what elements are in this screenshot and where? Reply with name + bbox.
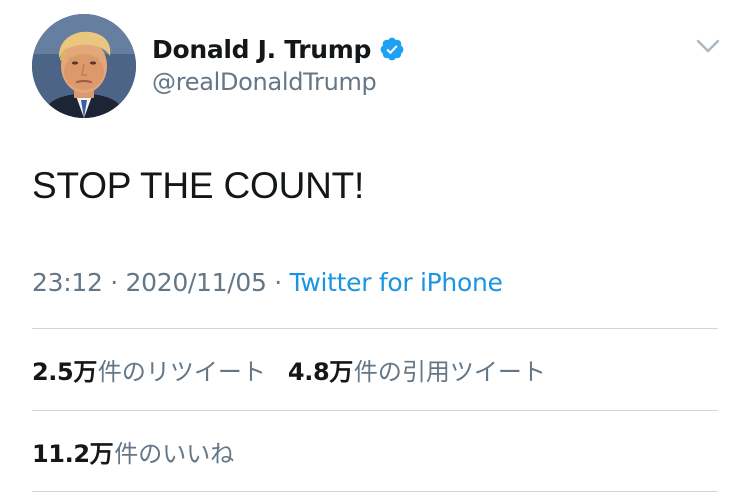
tweet-text: STOP THE COUNT! — [32, 165, 365, 206]
meta-separator: · — [266, 268, 290, 297]
verified-badge-icon — [380, 37, 404, 61]
display-name[interactable]: Donald J. Trump — [152, 35, 371, 64]
divider — [32, 491, 718, 492]
tweet-time[interactable]: 23:12 — [32, 268, 103, 297]
likes-stats-row: 11.2万 件のいいね — [32, 434, 234, 469]
avatar[interactable] — [32, 14, 136, 118]
chevron-down-icon[interactable] — [694, 36, 722, 56]
quote-count-label: 件の引用ツイート — [353, 358, 546, 386]
meta-separator: · — [102, 268, 126, 297]
engagement-stats-row: 2.5万 件のリツイート 4.8万 件の引用ツイート — [32, 352, 546, 387]
tweet-detail: Donald J. Trump @realDonaldTrump STOP TH… — [0, 0, 750, 496]
quote-tweet-count[interactable]: 4.8万 件の引用ツイート — [288, 352, 546, 387]
tweet-metadata: 23:12 · 2020/11/05 · Twitter for iPhone — [32, 268, 503, 297]
like-count-label: 件のいいね — [114, 440, 235, 468]
divider — [32, 328, 718, 329]
retweet-count-value: 2.5万 — [32, 358, 97, 386]
divider — [32, 410, 718, 411]
retweet-count[interactable]: 2.5万 件のリツイート — [32, 352, 266, 387]
user-handle[interactable]: @realDonaldTrump — [152, 68, 377, 96]
like-count[interactable]: 11.2万 件のいいね — [32, 434, 234, 469]
profile-photo — [32, 14, 136, 118]
quote-count-value: 4.8万 — [287, 358, 353, 386]
tweet-source-link[interactable]: Twitter for iPhone — [290, 268, 503, 297]
retweet-count-label: 件のリツイート — [97, 358, 266, 386]
tweet-date[interactable]: 2020/11/05 — [126, 268, 267, 297]
user-name-row[interactable]: Donald J. Trump — [152, 30, 405, 68]
like-count-value: 11.2万 — [32, 440, 114, 468]
